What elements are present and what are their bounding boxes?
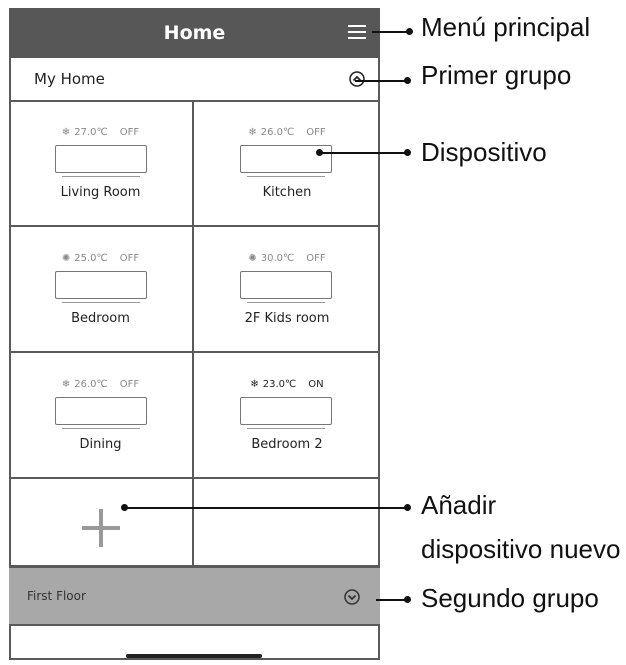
plus-icon[interactable] bbox=[82, 509, 120, 547]
callout-first-group: Primer grupo bbox=[421, 60, 572, 90]
air-conditioner-icon bbox=[55, 397, 147, 429]
device-temperature: 26.0℃ bbox=[260, 127, 295, 138]
device-tile[interactable]: ❄ 27.0℃ OFF Living Room bbox=[9, 101, 194, 227]
device-temperature: 25.0℃ bbox=[74, 253, 108, 264]
callout-device: Dispositivo bbox=[421, 137, 547, 167]
device-name: Bedroom 2 bbox=[251, 437, 323, 452]
air-conditioner-icon bbox=[55, 145, 147, 177]
air-conditioner-icon bbox=[55, 271, 147, 303]
empty-tile bbox=[194, 479, 380, 567]
device-tile[interactable]: ✺ 25.0℃ OFF Bedroom bbox=[9, 227, 194, 353]
home-indicator bbox=[126, 654, 262, 658]
hamburger-menu-icon[interactable] bbox=[348, 25, 366, 39]
chevron-up-icon[interactable] bbox=[349, 71, 365, 87]
device-temperature: 30.0℃ bbox=[260, 253, 295, 264]
device-name: Kitchen bbox=[262, 185, 312, 200]
air-conditioner-icon bbox=[240, 397, 332, 429]
sun-icon: ✺ bbox=[61, 253, 71, 264]
device-name: Living Room bbox=[60, 185, 141, 200]
snowflake-icon: ❄ bbox=[250, 379, 259, 390]
device-power-state: OFF bbox=[119, 253, 140, 264]
callout-line-add-device bbox=[125, 507, 408, 509]
page-title: Home bbox=[163, 22, 226, 44]
app-header: Home bbox=[9, 8, 380, 58]
device-tile[interactable]: ❄ 26.0℃ OFF Kitchen bbox=[194, 101, 380, 227]
device-power-state: OFF bbox=[119, 127, 140, 138]
device-tile[interactable]: ❄ 26.0℃ OFF Dining bbox=[9, 353, 194, 479]
callout-main-menu: Menú principal bbox=[421, 12, 591, 42]
device-temperature: 26.0℃ bbox=[74, 379, 108, 390]
callout-add-device-line2: dispositivo nuevo bbox=[421, 534, 621, 564]
device-power-state: OFF bbox=[306, 253, 326, 264]
group-header-first-floor[interactable]: First Floor bbox=[9, 566, 380, 626]
chevron-down-icon[interactable] bbox=[344, 589, 360, 605]
snowflake-icon: ❄ bbox=[248, 127, 257, 138]
sun-icon: ✺ bbox=[248, 253, 257, 264]
device-temperature: 27.0℃ bbox=[74, 127, 108, 138]
group-header-my-home[interactable]: My Home bbox=[9, 58, 380, 102]
device-tile[interactable]: ✺ 30.0℃ OFF 2F Kids room bbox=[194, 227, 380, 353]
device-power-state: OFF bbox=[306, 127, 326, 138]
callout-dot bbox=[404, 504, 411, 511]
device-temperature: 23.0℃ bbox=[262, 379, 297, 390]
callout-line-first-group bbox=[355, 80, 408, 82]
snowflake-icon: ❄ bbox=[61, 379, 71, 390]
callout-dot bbox=[404, 77, 411, 84]
device-tile[interactable]: ❄ 23.0℃ ON Bedroom 2 bbox=[194, 353, 380, 479]
device-name: Bedroom bbox=[71, 311, 130, 326]
group-label: My Home bbox=[34, 70, 105, 88]
add-device-tile[interactable] bbox=[9, 479, 194, 567]
air-conditioner-icon bbox=[240, 271, 332, 303]
snowflake-icon: ❄ bbox=[61, 127, 71, 138]
device-name: Dining bbox=[79, 437, 122, 452]
callout-line-device bbox=[320, 152, 408, 154]
group-label: First Floor bbox=[27, 589, 86, 603]
device-power-state: OFF bbox=[119, 379, 140, 390]
callout-add-device-line1: Añadir bbox=[421, 490, 497, 520]
callout-second-group: Segundo grupo bbox=[421, 583, 599, 613]
callout-dot bbox=[406, 28, 413, 35]
callout-line-main-menu bbox=[372, 31, 410, 33]
device-power-state: ON bbox=[308, 379, 324, 390]
device-name: 2F Kids room bbox=[244, 311, 330, 326]
callout-dot bbox=[404, 596, 411, 603]
callout-dot bbox=[404, 149, 411, 156]
